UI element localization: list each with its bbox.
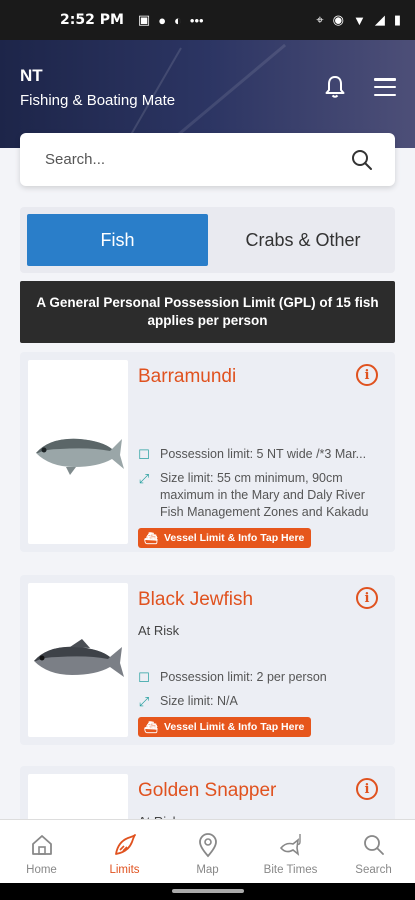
eye-icon: ◉ (332, 12, 344, 27)
signal-icon: ◢ (374, 12, 385, 27)
vessel-limit-button[interactable]: ⛴ Vessel Limit & Info Tap Here (138, 528, 312, 548)
system-home-bar (0, 883, 415, 900)
header-background-decoration (176, 43, 287, 137)
resize-arrows-icon: ⤢ (138, 471, 150, 486)
battery-icon: ▮ (393, 12, 401, 27)
size-limit-row: ⤢ Size limit: 55 cm minimum, 90cm maximu… (136, 470, 386, 521)
fish-card-golden-snapper[interactable]: Golden Snapper i At Risk (20, 766, 395, 826)
info-icon[interactable]: i (356, 364, 378, 386)
possession-limit-row: ☐ Possession limit: 2 per person (136, 669, 386, 686)
notification-icon: ▣ (137, 12, 151, 27)
nav-map[interactable]: Map (166, 820, 249, 883)
nav-bite-times[interactable]: Bite Times (249, 820, 332, 883)
size-limit-text: Size limit: 55 cm minimum, 90cm maximum … (160, 471, 369, 519)
bag-icon: ☐ (138, 447, 150, 462)
size-limit-text: Size limit: N/A (160, 694, 238, 708)
tab-crabs-and-other[interactable]: Crabs & Other (220, 214, 386, 266)
nav-label: Map (196, 864, 219, 876)
nav-label: Home (26, 864, 57, 876)
bite-fish-icon (279, 834, 301, 856)
nav-search[interactable]: Search (332, 820, 415, 883)
bottom-navigation: Home Limits Map Bite Times Search (0, 819, 415, 883)
search-placeholder: Search... (45, 151, 106, 168)
bell-icon[interactable] (323, 74, 347, 100)
messenger-icon: ● (158, 12, 167, 28)
app-icon: ◐ (174, 12, 182, 28)
conservation-status: At Risk (138, 623, 180, 638)
resize-arrows-icon: ⤢ (138, 694, 150, 709)
status-bar: 2:52 PM ▣ ● ◐ ••• ⌖ ◉ ▼ ◢ ▮ (0, 0, 415, 40)
vessel-limit-button[interactable]: ⛴ Vessel Limit & Info Tap Here (138, 717, 312, 737)
nav-home[interactable]: Home (0, 820, 83, 883)
search-icon (363, 835, 384, 855)
location-icon: ⌖ (316, 12, 324, 27)
wifi-icon: ▼ (352, 12, 366, 28)
nav-label: Limits (109, 864, 140, 876)
possession-limit-row: ☐ Possession limit: 5 NT wide /*3 Mar... (136, 446, 386, 463)
possession-limit-text: Possession limit: 2 per person (160, 670, 327, 684)
vessel-limit-label: Vessel Limit & Info Tap Here (163, 532, 305, 544)
fish-name: Golden Snapper (138, 780, 277, 801)
info-icon[interactable]: i (356, 587, 378, 609)
boat-icon: ⛴ (144, 532, 158, 545)
gpl-banner: A General Personal Possession Limit (GPL… (20, 281, 395, 343)
app-title: Fishing & Boating Mate (20, 92, 176, 109)
fish-name: Barramundi (138, 366, 237, 387)
vessel-limit-label: Vessel Limit & Info Tap Here (163, 721, 305, 733)
fish-card-barramundi[interactable]: Barramundi i ☐ Possession limit: 5 NT wi… (20, 352, 395, 552)
info-icon[interactable]: i (356, 778, 378, 800)
size-limit-row: ⤢ Size limit: N/A (136, 693, 386, 710)
fish-name: Black Jewfish (138, 589, 254, 610)
fish-icon (114, 834, 136, 855)
home-indicator[interactable] (172, 889, 244, 893)
nav-label: Search (355, 864, 392, 876)
tab-fish[interactable]: Fish (27, 214, 208, 266)
fish-image (28, 360, 128, 544)
more-icon: ••• (189, 12, 204, 28)
possession-limit-text: Possession limit: 5 NT wide /*3 Mar... (160, 447, 367, 461)
black-jewfish-icon (34, 639, 124, 677)
region-label: NT (20, 66, 43, 85)
nav-limits[interactable]: Limits (83, 820, 166, 883)
map-pin-icon (198, 833, 217, 858)
fish-image (28, 583, 128, 737)
search-icon[interactable] (351, 149, 373, 171)
search-input[interactable]: Search... (20, 133, 395, 186)
bag-icon: ☐ (138, 670, 150, 685)
category-tabs: Fish Crabs & Other (20, 207, 395, 273)
app-header: NT Fishing & Boating Mate (0, 40, 415, 148)
status-time: 2:52 PM (60, 12, 124, 28)
fish-card-black-jewfish[interactable]: Black Jewfish i At Risk ☐ Possession lim… (20, 575, 395, 745)
home-icon (31, 835, 52, 855)
hamburger-menu-icon[interactable] (374, 78, 396, 96)
nav-label: Bite Times (263, 864, 318, 876)
boat-icon: ⛴ (144, 721, 158, 734)
barramundi-fish-icon (36, 438, 124, 475)
